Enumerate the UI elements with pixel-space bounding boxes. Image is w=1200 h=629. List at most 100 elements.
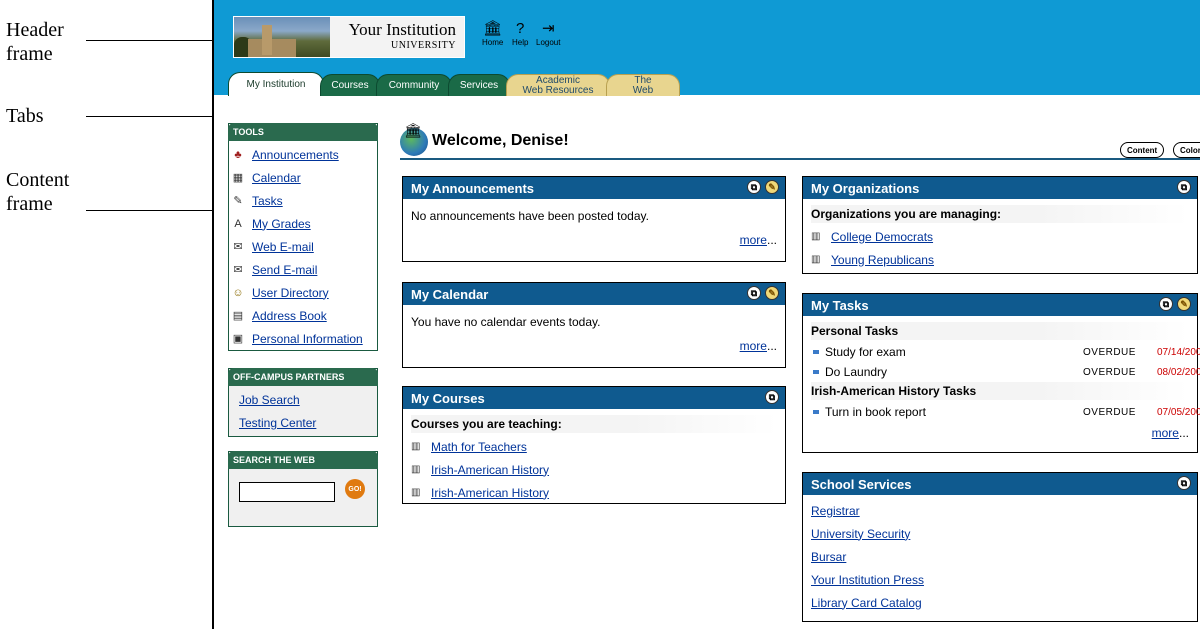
tab-bar: My Institution Courses Community Service… <box>228 72 680 96</box>
sidebar-item-user-directory[interactable]: ☺ User Directory <box>229 281 377 304</box>
sidebar-item-address-book[interactable]: ▤ Address Book <box>229 304 377 327</box>
page-title: Welcome, Denise! <box>432 132 569 149</box>
list-item[interactable]: ▥ Math for Teachers <box>411 435 777 458</box>
more-link[interactable]: more <box>1152 426 1179 440</box>
sidebar-item-label: Testing Center <box>239 415 317 430</box>
module-title: My Announcements <box>411 180 535 196</box>
go-button[interactable]: GO! <box>345 479 365 499</box>
group-icon: ▥ <box>811 254 821 265</box>
task-row[interactable]: Study for exam OVERDUE 07/14/200 <box>811 342 1200 362</box>
module-settings-icon[interactable]: ⧉ <box>1159 297 1173 311</box>
list-item[interactable]: Bursar <box>811 545 1189 568</box>
list-item[interactable]: ▥ Irish-American History <box>411 458 777 481</box>
tab-label: Academic <box>536 74 580 86</box>
calendar-empty-text: You have no calendar events today. <box>411 315 601 329</box>
module-settings-icon[interactable]: ⧉ <box>1177 180 1191 194</box>
user-directory-icon: ☺ <box>232 286 244 299</box>
sidebar-item-calendar[interactable]: ▦ Calendar <box>229 166 377 189</box>
task-label: Do Laundry <box>825 365 888 379</box>
sidebar-item-testing-center[interactable]: Testing Center <box>229 411 377 434</box>
task-row[interactable]: Do Laundry OVERDUE 08/02/200 <box>811 362 1200 382</box>
address-book-icon: ▤ <box>232 310 244 322</box>
course-link: Irish-American History <box>431 485 550 500</box>
bullet-icon <box>813 350 819 354</box>
sidebar-item-label: Web E-mail <box>252 239 314 254</box>
sidebar-item-personal-information[interactable]: ▣ Personal Information <box>229 327 377 350</box>
tab-academic-web-resources[interactable]: Academic Web Resources <box>506 74 610 96</box>
tab-label: The <box>634 74 652 86</box>
tools-title: TOOLS <box>228 123 378 141</box>
list-item[interactable]: Your Institution Press <box>811 568 1189 591</box>
service-link: Your Institution Press <box>811 572 924 587</box>
calendar-icon: ▦ <box>232 172 244 184</box>
list-item[interactable]: ▥ Irish-American History <box>411 481 777 504</box>
annotation-header-frame: Header frame <box>6 18 64 66</box>
sidebar-item-label: Personal Information <box>252 331 363 346</box>
annotation-tabs: Tabs <box>6 105 44 127</box>
tab-courses[interactable]: Courses <box>320 74 380 96</box>
sidebar-item-label: My Grades <box>252 216 311 231</box>
module-settings-icon[interactable]: ⧉ <box>747 286 761 300</box>
tab-services[interactable]: Services <box>448 74 510 96</box>
courses-subhead: Courses you are teaching: <box>411 415 777 433</box>
list-item[interactable]: Registrar <box>811 499 1189 522</box>
task-group-title: Irish-American History Tasks <box>811 382 1189 400</box>
grades-icon: A <box>234 217 242 230</box>
institution-logo[interactable]: Your Institution UNIVERSITY <box>233 16 465 58</box>
colors-button[interactable]: Colors <box>1173 142 1200 158</box>
sidebar-item-send-email[interactable]: ✉ Send E-mail <box>229 258 377 281</box>
module-settings-icon[interactable]: ⧉ <box>765 390 779 404</box>
more-link[interactable]: more <box>740 233 767 247</box>
module-title: School Services <box>811 476 912 492</box>
sidebar-item-announcements[interactable]: ♣ Announcements <box>229 143 377 166</box>
course-link: Math for Teachers <box>431 439 527 454</box>
list-item[interactable]: Library Card Catalog <box>811 591 1189 614</box>
edit-icon[interactable]: ✎ <box>1177 297 1191 311</box>
search-input[interactable] <box>239 482 335 502</box>
task-label: Turn in book report <box>825 405 926 419</box>
organizations-module: My Organizations ⧉ Organizations you are… <box>802 176 1198 274</box>
task-row[interactable]: Turn in book report OVERDUE 07/05/200 <box>811 402 1200 422</box>
content-button[interactable]: Content <box>1120 142 1165 158</box>
module-settings-icon[interactable]: ⧉ <box>747 180 761 194</box>
edit-icon[interactable]: ✎ <box>765 286 779 300</box>
module-settings-icon[interactable]: ⧉ <box>1177 476 1191 490</box>
service-link: Library Card Catalog <box>811 595 922 610</box>
tasks-module: My Tasks ⧉ ✎ Personal Tasks Study for ex… <box>802 293 1200 453</box>
bullet-icon <box>813 370 819 374</box>
announcements-icon: ♣ <box>234 148 242 161</box>
task-date: 08/02/200 <box>1157 366 1200 378</box>
partners-panel: OFF-CAMPUS PARTNERS Job Search Testing C… <box>228 368 378 437</box>
sidebar-item-web-email[interactable]: ✉ Web E-mail <box>229 235 377 258</box>
list-item[interactable]: ▥ Young Republicans <box>811 248 1189 271</box>
logout-button[interactable]: ⇥ Logout <box>536 20 560 47</box>
task-group-title: Personal Tasks <box>811 322 1189 340</box>
logo-title: Your Institution <box>348 20 456 39</box>
sidebar-item-label: Announcements <box>252 147 339 162</box>
tab-the-web[interactable]: The Web <box>606 74 680 96</box>
bullet-icon <box>813 410 819 414</box>
sidebar-item-tasks[interactable]: ✎ Tasks <box>229 189 377 212</box>
help-button[interactable]: ? Help <box>512 20 528 47</box>
task-status: OVERDUE <box>1083 366 1136 378</box>
annotation-line: Content <box>6 169 70 191</box>
annotation-line: frame <box>6 193 53 215</box>
sidebar-item-label: Address Book <box>252 308 327 323</box>
sidebar-item-label: Send E-mail <box>252 262 318 277</box>
module-title: My Organizations <box>811 180 920 196</box>
tab-community[interactable]: Community <box>376 74 452 96</box>
task-status: OVERDUE <box>1083 346 1136 358</box>
sidebar-item-label: User Directory <box>252 285 329 300</box>
list-item[interactable]: ▥ College Democrats <box>811 225 1189 248</box>
book-icon: ▥ <box>411 464 421 475</box>
tab-my-institution[interactable]: My Institution <box>228 72 324 96</box>
home-button[interactable]: 🏛 Home <box>482 20 503 47</box>
sidebar-item-my-grades[interactable]: A My Grades <box>229 212 377 235</box>
list-item[interactable]: University Security <box>811 522 1189 545</box>
home-icon: 🏛 <box>483 20 503 37</box>
sidebar-item-job-search[interactable]: Job Search <box>229 388 377 411</box>
courses-module: My Courses ⧉ Courses you are teaching: ▥… <box>402 386 786 504</box>
search-title: SEARCH THE WEB <box>228 451 378 469</box>
edit-icon[interactable]: ✎ <box>765 180 779 194</box>
more-link[interactable]: more <box>740 339 767 353</box>
